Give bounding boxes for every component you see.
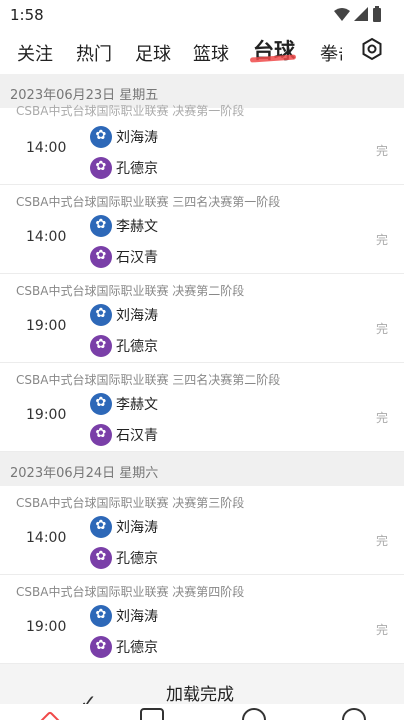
player-badge-icon: [90, 605, 112, 627]
player-badge-icon: [90, 215, 112, 237]
match-row[interactable]: CSBA中式台球国际职业联赛 决赛第四阶段 19:00 刘海涛 孔德京 完: [0, 575, 404, 664]
wifi-icon: [334, 8, 350, 21]
settings-gear-icon[interactable]: [360, 37, 384, 61]
match-row[interactable]: CSBA中式台球国际职业联赛 决赛第一阶段 14:00 刘海涛 孔德京 完: [0, 104, 404, 185]
home-icon[interactable]: [38, 710, 62, 720]
match-time: 14:00: [26, 140, 67, 156]
match-status: 完: [375, 233, 388, 247]
player-badge-icon: [90, 157, 112, 179]
player-away: 孔德京: [90, 547, 158, 569]
player-badge-icon: [90, 393, 112, 415]
league-name: CSBA中式台球国际职业联赛 决赛第二阶段: [16, 284, 245, 298]
match-status: 完: [375, 534, 388, 548]
player-home: 刘海涛: [90, 605, 158, 627]
match-time: 14:00: [26, 530, 67, 546]
player-badge-icon: [90, 246, 112, 268]
player-home: 刘海涛: [90, 304, 158, 326]
league-name: CSBA中式台球国际职业联赛 三四名决赛第一阶段: [16, 195, 281, 209]
tab-boxing[interactable]: 拳击: [320, 40, 342, 66]
player-away: 孔德京: [90, 157, 158, 179]
league-name: CSBA中式台球国际职业联赛 决赛第一阶段: [16, 104, 245, 118]
match-row[interactable]: CSBA中式台球国际职业联赛 决赛第三阶段 14:00 刘海涛 孔德京 完: [0, 486, 404, 575]
match-time: 19:00: [26, 318, 67, 334]
status-bar: 1:58: [0, 0, 404, 30]
match-time: 19:00: [26, 407, 67, 423]
community-icon[interactable]: [242, 708, 266, 720]
date-header: 2023年06月24日 星期六: [0, 452, 404, 486]
match-status: 完: [375, 623, 388, 637]
player-away: 石汉青: [90, 246, 158, 268]
player-badge-icon: [90, 547, 112, 569]
schedule-icon[interactable]: [140, 708, 164, 720]
player-home: 刘海涛: [90, 126, 158, 148]
match-row[interactable]: CSBA中式台球国际职业联赛 三四名决赛第二阶段 19:00 李赫文 石汉青 完: [0, 363, 404, 452]
player-home: 李赫文: [90, 215, 158, 237]
load-status-text: 加载完成: [166, 685, 234, 705]
player-away: 石汉青: [90, 424, 158, 446]
battery-icon: [373, 6, 381, 22]
player-home: 刘海涛: [90, 516, 158, 538]
tab-follow[interactable]: 关注: [17, 40, 53, 66]
status-time: 1:58: [10, 6, 44, 24]
bottom-nav: [0, 704, 404, 720]
player-badge-icon: [90, 424, 112, 446]
league-name: CSBA中式台球国际职业联赛 决赛第三阶段: [16, 496, 245, 510]
player-home: 李赫文: [90, 393, 158, 415]
match-status: 完: [375, 144, 388, 158]
match-time: 14:00: [26, 229, 67, 245]
league-name: CSBA中式台球国际职业联赛 三四名决赛第二阶段: [16, 373, 281, 387]
tab-basketball[interactable]: 篮球: [193, 40, 229, 66]
player-badge-icon: [90, 126, 112, 148]
match-row[interactable]: CSBA中式台球国际职业联赛 三四名决赛第一阶段 14:00 李赫文 石汉青 完: [0, 185, 404, 274]
profile-icon[interactable]: [342, 708, 366, 720]
player-away: 孔德京: [90, 636, 158, 658]
match-time: 19:00: [26, 619, 67, 635]
match-list[interactable]: 2023年06月23日 星期五 CSBA中式台球国际职业联赛 决赛第一阶段 14…: [0, 74, 404, 664]
status-icons: [334, 6, 382, 22]
match-status: 完: [375, 322, 388, 336]
league-name: CSBA中式台球国际职业联赛 决赛第四阶段: [16, 585, 245, 599]
player-badge-icon: [90, 516, 112, 538]
player-badge-icon: [90, 335, 112, 357]
tab-football[interactable]: 足球: [135, 40, 171, 66]
player-badge-icon: [90, 636, 112, 658]
player-badge-icon: [90, 304, 112, 326]
player-away: 孔德京: [90, 335, 158, 357]
signal-icon: [354, 7, 368, 21]
tab-hot[interactable]: 热门: [76, 40, 112, 66]
sport-tabs: 关注 热门 足球 篮球 台球 拳击: [0, 30, 404, 74]
match-row[interactable]: CSBA中式台球国际职业联赛 决赛第二阶段 19:00 刘海涛 孔德京 完: [0, 274, 404, 363]
match-status: 完: [375, 411, 388, 425]
